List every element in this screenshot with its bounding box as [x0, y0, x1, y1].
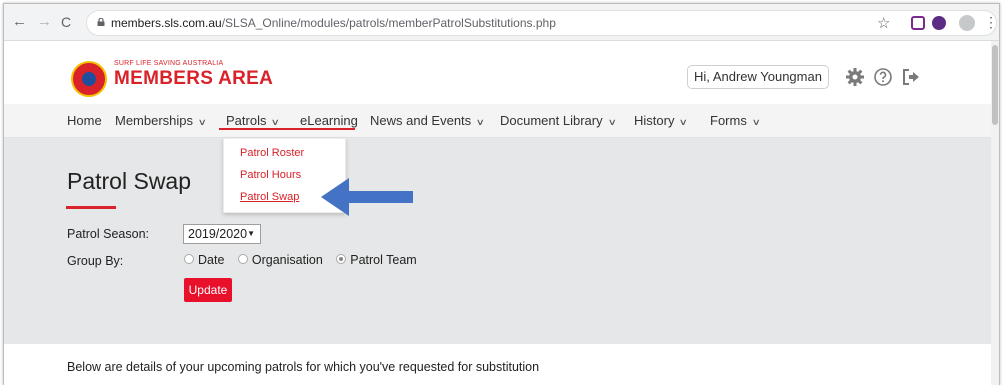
- annotation-arrow-icon: [321, 178, 413, 216]
- radio-button[interactable]: [184, 254, 194, 264]
- nav-item-memberships[interactable]: Memberships ∨: [115, 113, 207, 128]
- url-text: members.sls.com.au/SLSA_Online/modules/p…: [111, 16, 556, 30]
- nav-item-news-and-events[interactable]: News and Events ∨: [370, 113, 486, 128]
- nav-item-patrols[interactable]: Patrols ∨: [226, 113, 281, 128]
- logo-title[interactable]: MEMBERS AREA: [114, 68, 273, 90]
- sign-out-icon[interactable]: [901, 67, 921, 87]
- menu-item-patrol-roster[interactable]: Patrol Roster: [240, 147, 304, 159]
- chevron-down-icon: ∨: [475, 117, 486, 127]
- site-header: SURF LIFE SAVING AUSTRALIA MEMBERS AREA …: [4, 41, 999, 104]
- gear-icon[interactable]: [845, 67, 865, 87]
- dropdown-arrow-icon: ▼: [247, 229, 255, 238]
- browser-window: ← → C members.sls.com.au/SLSA_Online/mod…: [3, 3, 1000, 385]
- radio-label: Patrol Team: [350, 253, 417, 267]
- nav-item-forms[interactable]: Forms ∨: [710, 113, 761, 128]
- chevron-down-icon: ∨: [197, 117, 207, 127]
- forward-button[interactable]: →: [37, 13, 52, 31]
- address-bar[interactable]: members.sls.com.au/SLSA_Online/modules/p…: [86, 10, 998, 36]
- menu-item-patrol-hours[interactable]: Patrol Hours: [240, 169, 301, 181]
- nav-item-label: eLearning: [300, 113, 358, 128]
- main-panel: Patrol Swap Patrol Season: 2019/2020 ▼ G…: [4, 138, 999, 344]
- browser-menu-icon[interactable]: ⋮: [984, 14, 998, 31]
- bookmark-star-icon[interactable]: ☆: [877, 14, 890, 32]
- reload-button[interactable]: C: [61, 13, 71, 31]
- help-icon[interactable]: [873, 67, 893, 87]
- nav-active-indicator: [219, 128, 355, 130]
- group-by-radio-group: Date Organisation Patrol Team: [184, 253, 427, 267]
- menu-item-patrol-swap[interactable]: Patrol Swap: [240, 191, 299, 203]
- lock-icon: [97, 18, 105, 26]
- chevron-down-icon: ∨: [679, 117, 689, 127]
- season-label: Patrol Season:: [67, 227, 149, 241]
- radio-date[interactable]: Date: [184, 253, 224, 267]
- profile-avatar-icon[interactable]: [959, 15, 975, 31]
- browser-toolbar: ← → C members.sls.com.au/SLSA_Online/mod…: [4, 4, 999, 41]
- substitution-description: Below are details of your upcoming patro…: [67, 360, 540, 374]
- season-value: 2019/2020: [188, 227, 248, 241]
- logo-subtitle: SURF LIFE SAVING AUSTRALIA: [114, 60, 224, 67]
- radio-button-checked[interactable]: [336, 254, 347, 264]
- title-underline: [66, 206, 116, 209]
- nav-item-label: Home: [67, 113, 102, 128]
- nav-item-elearning[interactable]: eLearning: [300, 113, 358, 128]
- url-path: /SLSA_Online/modules/patrols/memberPatro…: [221, 16, 556, 30]
- season-select[interactable]: 2019/2020 ▼: [183, 224, 261, 244]
- sls-logo-icon[interactable]: [71, 61, 107, 97]
- nav-item-history[interactable]: History ∨: [634, 113, 689, 128]
- back-button[interactable]: ←: [12, 13, 27, 31]
- chevron-down-icon: ∨: [271, 117, 281, 127]
- chevron-down-icon: ∨: [607, 117, 617, 127]
- radio-organisation[interactable]: Organisation: [237, 253, 323, 267]
- main-nav: Home Memberships ∨ Patrols ∨ eLearning New…: [4, 104, 999, 138]
- radio-label: Organisation: [251, 253, 323, 267]
- user-greeting[interactable]: Hi, Andrew Youngman: [687, 65, 829, 89]
- extension-icon[interactable]: [932, 16, 946, 30]
- url-host: members.sls.com.au: [111, 16, 222, 30]
- nav-item-document-library[interactable]: Document Library ∨: [500, 113, 617, 128]
- radio-label: Date: [198, 253, 225, 267]
- radio-button[interactable]: [237, 254, 248, 264]
- group-by-label: Group By:: [67, 254, 124, 268]
- nav-item-home[interactable]: Home: [67, 113, 102, 128]
- nav-item-label: News and Events: [370, 113, 472, 128]
- chevron-down-icon: ∨: [751, 117, 761, 127]
- radio-patrol-team[interactable]: Patrol Team: [336, 253, 417, 267]
- page-title: Patrol Swap: [67, 168, 192, 194]
- nav-item-label: Document Library: [500, 113, 603, 128]
- extension-icon[interactable]: [911, 16, 925, 30]
- nav-item-label: Forms: [710, 113, 747, 128]
- nav-item-label: Memberships: [115, 113, 194, 128]
- nav-item-label: Patrols: [226, 113, 267, 128]
- nav-item-label: History: [634, 113, 675, 128]
- page-scrollbar[interactable]: [991, 41, 999, 385]
- update-button[interactable]: Update: [184, 278, 232, 302]
